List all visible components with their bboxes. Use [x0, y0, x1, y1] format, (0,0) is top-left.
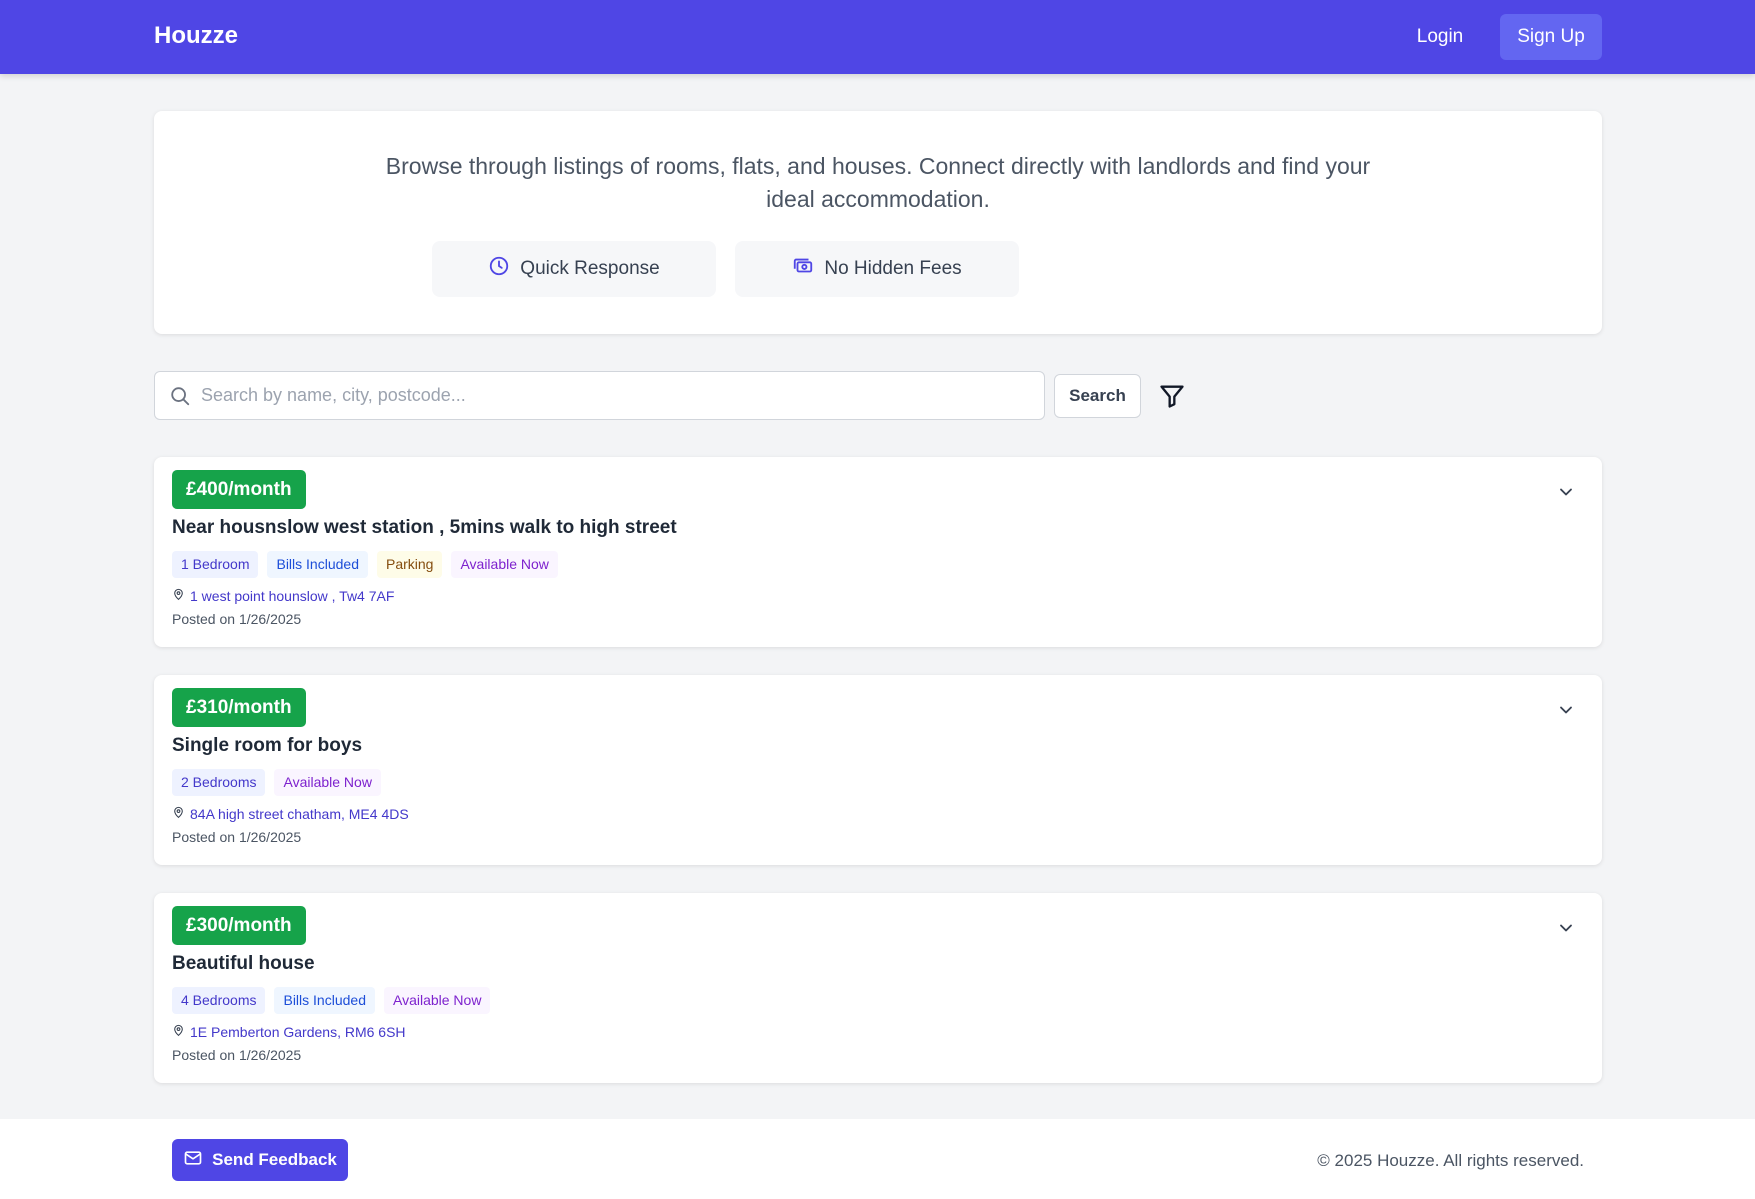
listing-card[interactable]: £310/month Single room for boys 2 Bedroo…: [154, 675, 1602, 865]
cash-icon: [792, 255, 814, 283]
signup-button[interactable]: Sign Up: [1500, 14, 1602, 60]
price-badge: £310/month: [172, 688, 306, 727]
listing-title: Near housnslow west station , 5mins walk…: [172, 517, 677, 538]
brand-logo[interactable]: Houzze: [154, 22, 238, 50]
listing-card[interactable]: £300/month Beautiful house 4 Bedrooms Bi…: [154, 893, 1602, 1083]
search-input[interactable]: [201, 372, 1031, 419]
map-pin-icon: [172, 1024, 185, 1040]
listing-card[interactable]: £400/month Near housnslow west station ,…: [154, 457, 1602, 647]
search-button[interactable]: Search: [1054, 374, 1141, 418]
login-button[interactable]: Login: [1400, 14, 1480, 60]
listing-title: Single room for boys: [172, 735, 363, 756]
hero-description: Browse through listings of rooms, flats,…: [385, 153, 1371, 212]
tag-available-now: Available Now: [451, 551, 558, 578]
chevron-down-icon[interactable]: [1556, 918, 1576, 938]
address-text: 1 west point hounslow , Tw4 7AF: [190, 588, 395, 604]
listing-tags: 4 Bedrooms Bills Included Available Now: [172, 987, 491, 1014]
send-feedback-button[interactable]: Send Feedback: [172, 1139, 348, 1181]
search-field: [154, 371, 1045, 420]
tag-bedrooms: 4 Bedrooms: [172, 987, 266, 1014]
footer: Send Feedback © 2025 Houzze. All rights …: [0, 1119, 1755, 1199]
mail-icon: [183, 1148, 203, 1173]
posted-date: Posted on 1/26/2025: [172, 611, 302, 627]
tag-bills-included: Bills Included: [267, 551, 368, 578]
price-badge: £300/month: [172, 906, 306, 945]
feature-label: No Hidden Fees: [824, 258, 962, 279]
posted-date: Posted on 1/26/2025: [172, 1047, 302, 1063]
clock-icon: [488, 255, 510, 283]
listing-address: 1 west point hounslow , Tw4 7AF: [172, 588, 394, 604]
feature-label: Quick Response: [520, 258, 660, 279]
chevron-down-icon[interactable]: [1556, 482, 1576, 502]
listing-tags: 2 Bedrooms Available Now: [172, 769, 381, 796]
filter-icon[interactable]: [1158, 382, 1186, 410]
tag-bills-included: Bills Included: [274, 987, 375, 1014]
listing-address: 1E Pemberton Gardens, RM6 6SH: [172, 1024, 406, 1040]
tag-parking: Parking: [376, 551, 443, 578]
hero-panel: Browse through listings of rooms, flats,…: [154, 111, 1602, 334]
listing-title: Beautiful house: [172, 953, 315, 974]
map-pin-icon: [172, 588, 185, 604]
copyright-text: © 2025 Houzze. All rights reserved.: [1317, 1151, 1584, 1170]
tag-bedrooms: 1 Bedroom: [172, 551, 259, 578]
price-badge: £400/month: [172, 470, 306, 509]
address-text: 1E Pemberton Gardens, RM6 6SH: [190, 1024, 406, 1040]
tag-available-now: Available Now: [274, 769, 381, 796]
posted-date: Posted on 1/26/2025: [172, 829, 302, 845]
feature-quick-response: Quick Response: [432, 241, 716, 297]
tag-available-now: Available Now: [383, 987, 491, 1014]
listing-tags: 1 Bedroom Bills Included Parking Availab…: [172, 551, 558, 578]
feature-no-hidden-fees: No Hidden Fees: [735, 241, 1019, 297]
listing-address: 84A high street chatham, ME4 4DS: [172, 806, 409, 822]
chevron-down-icon[interactable]: [1556, 700, 1576, 720]
tag-bedrooms: 2 Bedrooms: [172, 769, 266, 796]
map-pin-icon: [172, 806, 185, 822]
send-feedback-label: Send Feedback: [212, 1150, 337, 1169]
address-text: 84A high street chatham, ME4 4DS: [190, 806, 409, 822]
top-nav: Houzze Login Sign Up: [0, 0, 1755, 74]
